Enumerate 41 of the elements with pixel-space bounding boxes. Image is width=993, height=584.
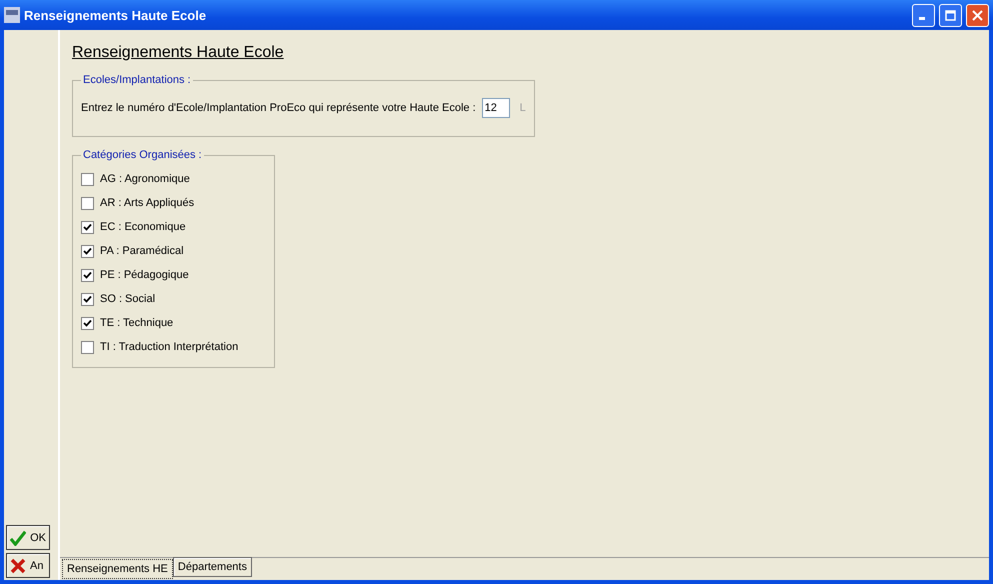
school-number-field[interactable]: 12 [482, 98, 510, 118]
check-icon [83, 222, 92, 232]
minimize-icon [919, 17, 925, 20]
checkbox-label: PE : Pédagogique [100, 269, 189, 281]
checkbox-label: AG : Agronomique [100, 173, 190, 185]
checkbox[interactable] [81, 316, 94, 330]
field-label: Entrez le numéro d'Ecole/Implantation ProEco qui représente votre Haute Ecole : [81, 102, 476, 114]
checkbox-label: EC : Economique [100, 221, 186, 233]
check-icon [83, 318, 92, 328]
checkbox-label: AR : Arts Appliqués [100, 197, 194, 209]
group-legend: Catégories Organisées : [81, 149, 204, 161]
checkbox[interactable] [81, 268, 94, 282]
checkbox[interactable] [81, 340, 94, 354]
page-heading: Renseignements Haute Ecole [72, 44, 284, 62]
checkbox-label: PA : Paramédical [100, 245, 184, 257]
checkbox[interactable] [81, 196, 94, 210]
window-title: Renseignements Haute Ecole [24, 8, 208, 22]
checkbox[interactable] [81, 244, 94, 258]
field-suffix: L [520, 102, 526, 114]
checkbox-label: SO : Social [100, 293, 156, 305]
check-icon [83, 294, 92, 304]
maximize-button[interactable] [939, 4, 962, 26]
checkbox[interactable] [81, 220, 94, 234]
checkbox[interactable] [81, 172, 94, 186]
app-icon [4, 7, 20, 23]
close-button[interactable] [966, 4, 989, 26]
maximize-icon [945, 10, 956, 20]
tab[interactable]: Départements [172, 557, 252, 577]
ok-button[interactable]: OK [6, 525, 50, 550]
checkbox-label: TE : Technique [100, 317, 174, 329]
tab[interactable]: Renseignements HE [62, 559, 173, 579]
checkmark-icon [10, 530, 26, 546]
checkbox-label: TI : Traduction Interprétation [100, 341, 238, 353]
close-icon [972, 10, 983, 20]
cancel-button[interactable]: An [6, 553, 50, 578]
check-icon [83, 270, 92, 280]
checkbox[interactable] [81, 292, 94, 306]
cross-icon [10, 558, 26, 574]
minimize-button[interactable] [912, 4, 935, 26]
check-icon [83, 246, 92, 256]
group-legend: Ecoles/Implantations : [81, 74, 193, 86]
